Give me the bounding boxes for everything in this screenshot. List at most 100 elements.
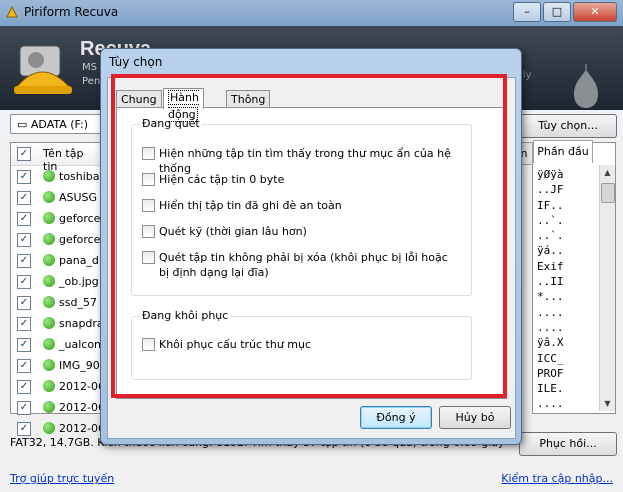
list-item[interactable]: ✓ snapdra (11, 313, 104, 334)
scroll-up-icon[interactable]: ▲ (600, 165, 615, 180)
pear-logo-icon (574, 64, 598, 108)
hex-line: Exif (537, 259, 564, 273)
file-checkbox[interactable]: ✓ (17, 380, 31, 394)
restoring-group: Đang khôi phục Khôi phục cấu trúc thư mụ… (131, 309, 472, 380)
minimize-button[interactable]: – (513, 2, 541, 22)
status-good-icon (43, 422, 55, 434)
ok-button[interactable]: Đồng ý (360, 406, 432, 429)
actions-tab-page: Đang quét Hiện những tập tin tìm thấy tr… (116, 107, 507, 399)
file-checkbox[interactable]: ✓ (17, 296, 31, 310)
hex-line: .... (537, 305, 564, 319)
maximize-button[interactable]: □ (543, 2, 571, 22)
list-item[interactable]: ✓ toshiba (11, 166, 101, 187)
scanning-group: Đang quét Hiện những tập tin tìm thấy tr… (131, 117, 472, 296)
file-name: 2012-06 (59, 422, 105, 435)
drive-select[interactable]: ▭ ADATA (F:) (10, 114, 102, 134)
file-checkbox[interactable]: ✓ (17, 275, 31, 289)
option-label: Quét tập tin không phải bị xóa (khôi phụ… (159, 251, 448, 279)
list-item[interactable]: ✓ ssd_57 (11, 292, 101, 313)
status-good-icon (43, 317, 55, 329)
option-label: Quét kỹ (thời gian lâu hơn) (159, 225, 307, 238)
file-list[interactable]: ✓ Tên tập tin ✓ toshiba ✓ ASUSG ✓ geforce ✓ gef… (10, 142, 105, 436)
list-item[interactable]: ✓ geforce (11, 208, 101, 229)
status-good-icon (43, 359, 55, 371)
hex-line: *... (537, 290, 564, 304)
preview-scrollbar[interactable]: ▲ ▼ (599, 165, 615, 411)
file-checkbox[interactable]: ✓ (17, 170, 31, 184)
file-checkbox[interactable]: ✓ (17, 401, 31, 415)
hex-line: .... (537, 320, 564, 334)
file-name: pana_d (59, 254, 99, 267)
checkbox[interactable] (142, 338, 155, 351)
cancel-button[interactable]: Hủy bỏ (439, 406, 511, 429)
checkbox[interactable] (142, 173, 155, 186)
title-bar[interactable]: Piriform Recuva – □ ✕ (0, 0, 623, 26)
check-updates-link[interactable]: Kiểm tra cập nhập... (501, 472, 613, 485)
status-good-icon (43, 380, 55, 392)
file-name: _ob.jpg (59, 275, 99, 288)
hex-line: ILE. (537, 382, 564, 396)
checkbox[interactable] (142, 199, 155, 212)
list-item[interactable]: ✓ 2012-06 (11, 376, 105, 397)
options-dialog: Tùy chọn Chung Hành động Thông tin Đang … (100, 48, 522, 445)
online-help-link[interactable]: Trợ giúp trực tuyến (10, 472, 114, 485)
file-checkbox[interactable]: ✓ (17, 212, 31, 226)
status-good-icon (43, 296, 55, 308)
window-controls: – □ ✕ (513, 2, 617, 22)
hex-preview: ÿØÿà ..JF IF.. ..`. ..`. ÿá.. Exif ..II *.......… (537, 167, 564, 412)
file-checkbox[interactable]: ✓ (17, 338, 31, 352)
option-label: Hiển thị tập tin đã ghi đè an toàn (159, 199, 342, 212)
option-label: Hiện các tập tin 0 byte (159, 173, 285, 186)
file-checkbox[interactable]: ✓ (17, 233, 31, 247)
file-name: snapdra (59, 317, 104, 330)
tab-actions-label: Hành động (168, 90, 199, 122)
scroll-thumb[interactable] (601, 183, 615, 203)
file-name: 2012-06 (59, 380, 105, 393)
status-good-icon (43, 191, 55, 203)
list-item[interactable]: ✓ pana_d (11, 250, 101, 271)
list-item[interactable]: ✓ ASUSG (11, 187, 101, 208)
status-good-icon (43, 212, 55, 224)
dialog-title: Tùy chọn (109, 55, 163, 69)
file-name: geforce (59, 212, 101, 225)
scroll-down-icon[interactable]: ▼ (600, 396, 615, 411)
select-all-checkbox[interactable]: ✓ (17, 147, 31, 161)
tab-about[interactable]: Thông tin (226, 90, 271, 123)
list-item[interactable]: ✓ 2012-06 (11, 397, 105, 418)
checkbox[interactable] (142, 251, 155, 264)
file-checkbox[interactable]: ✓ (17, 359, 31, 373)
tab-general[interactable]: Chung (116, 90, 162, 108)
close-button[interactable]: ✕ (573, 2, 617, 22)
window-title: Piriform Recuva (24, 5, 119, 19)
file-name: 2012-06 (59, 401, 105, 414)
list-item[interactable]: ✓ _ob.jpg (11, 271, 101, 292)
file-checkbox[interactable]: ✓ (17, 422, 31, 436)
status-good-icon (43, 401, 55, 413)
file-name: _ualcon (59, 338, 102, 351)
tab-actions[interactable]: Hành động (163, 88, 204, 122)
preview-panel: n Phần đầu ÿØÿà ..JF IF.. ..`. ..`. ÿá.. Exif.… (515, 140, 616, 414)
file-name: IMG_90 (59, 359, 100, 372)
list-item[interactable]: ✓ geforce (11, 229, 101, 250)
hex-line: .... (537, 397, 564, 411)
file-name: geforce (59, 233, 101, 246)
checkbox[interactable] (142, 147, 155, 160)
hex-line: ÿØÿà (537, 168, 564, 181)
status-good-icon (43, 338, 55, 350)
list-item[interactable]: ✓ _ualcon (11, 334, 101, 355)
tab-header[interactable]: Phần đầu (533, 140, 593, 163)
file-checkbox[interactable]: ✓ (17, 191, 31, 205)
hex-line: ÿá.. (537, 244, 564, 258)
file-checkbox[interactable]: ✓ (17, 254, 31, 268)
recover-button[interactable]: Phục hồi... (519, 432, 617, 456)
list-item[interactable]: ✓ IMG_90 (11, 355, 101, 376)
option-label: Khôi phục cấu trúc thư mục (159, 338, 312, 351)
status-good-icon (43, 233, 55, 245)
options-button[interactable]: Tùy chọn... (519, 114, 617, 138)
hex-line: ICC_ (537, 351, 564, 365)
checkbox[interactable] (142, 225, 155, 238)
recuva-logo-icon (6, 5, 18, 18)
hex-line: ..`. (537, 229, 564, 243)
file-checkbox[interactable]: ✓ (17, 317, 31, 331)
drive-label: ADATA (F:) (30, 118, 89, 131)
